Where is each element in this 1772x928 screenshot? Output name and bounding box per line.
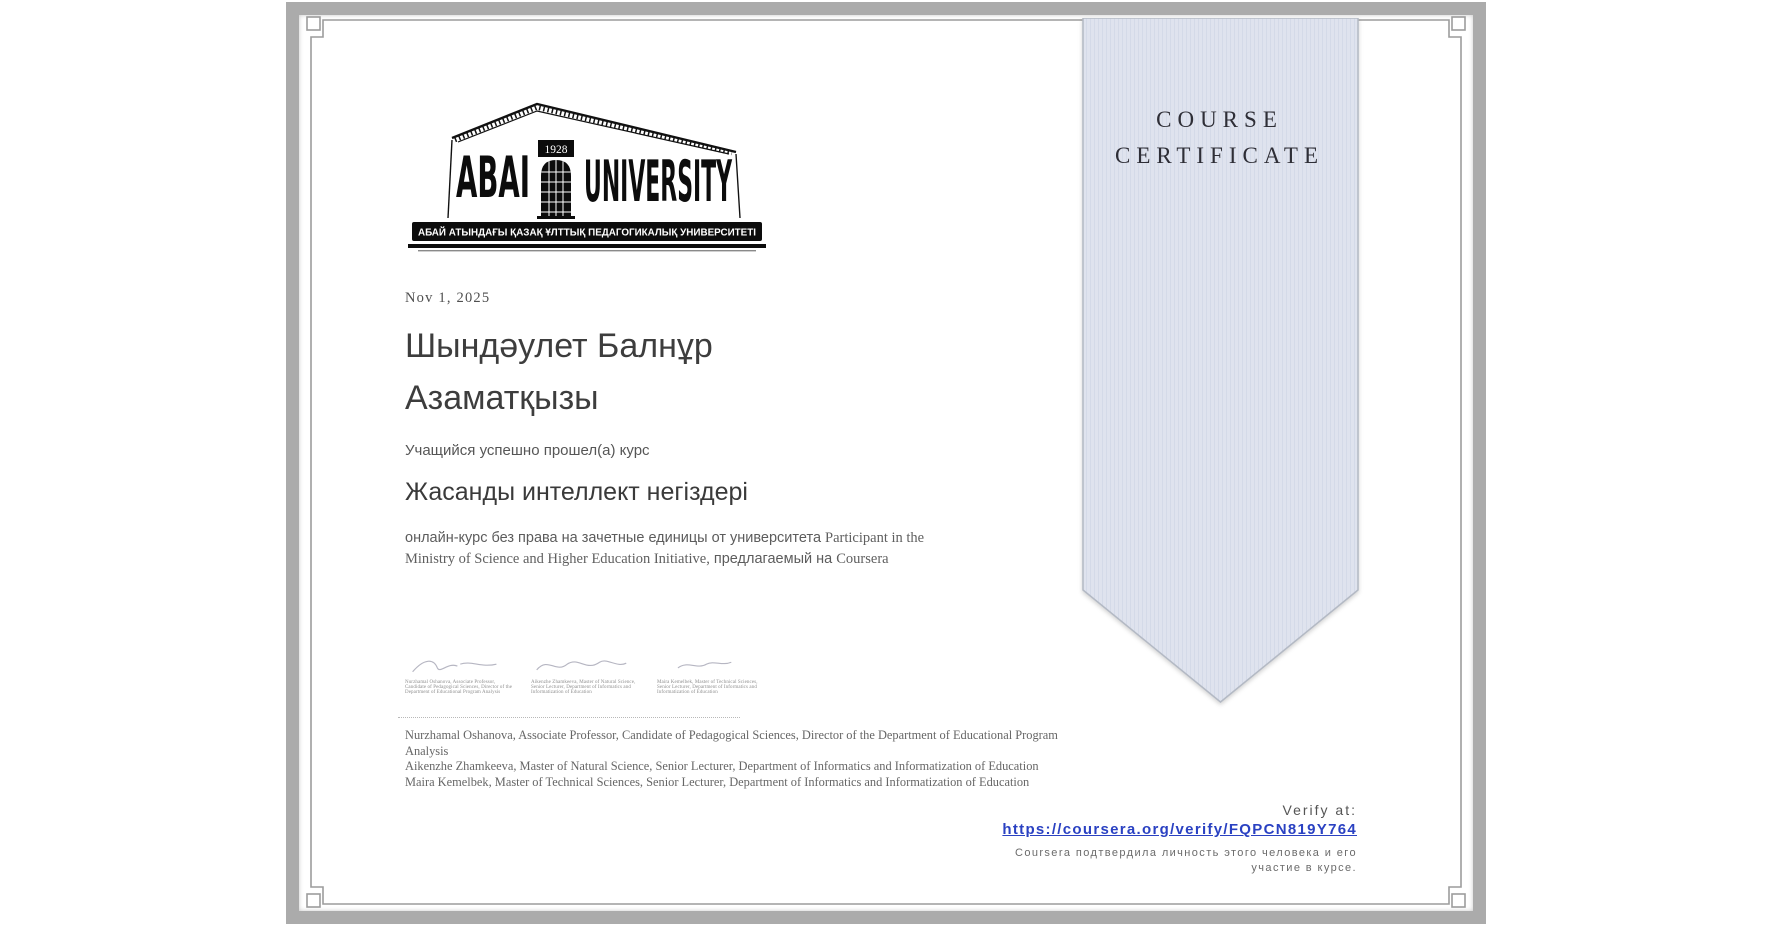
- description-segment: Coursera: [836, 550, 889, 567]
- logo-word-left: ABAI: [456, 145, 530, 211]
- verify-label: Verify at:: [1282, 802, 1357, 818]
- signature-divider: [398, 717, 740, 718]
- signature-row: Nurzhamal Oshanova, Associate Professor,…: [405, 654, 765, 696]
- certificate-page: ABAI UNIVERSITY 1928 АБАЙ АТЫНДАҒЫ ҚАЗАҚ…: [0, 0, 1772, 928]
- course-description: онлайн-курс без права на зачетные единиц…: [405, 528, 937, 569]
- logo-word-right: UNIVERSITY: [584, 149, 732, 215]
- verify-note: Coursera подтвердила личность этого чело…: [1002, 846, 1357, 876]
- frame-corner-square: [1451, 893, 1466, 908]
- signers-credentials: Nurzhamal Oshanova, Associate Professor,…: [405, 728, 1063, 790]
- frame-corner-square: [306, 16, 321, 31]
- issue-date: Nov 1, 2025: [405, 290, 491, 306]
- logo-banner-text: АБАЙ АТЫНДАҒЫ ҚАЗАҚ ҰЛТТЫҚ ПЕДАГОГИКАЛЫҚ…: [418, 226, 756, 239]
- signature-block: Nurzhamal Oshanova, Associate Professor,…: [405, 654, 513, 696]
- verify-block: Verify at: https://coursera.org/verify/F…: [1002, 802, 1357, 876]
- ribbon-title-line2: CERTIFICATE: [1114, 143, 1324, 168]
- signature-icon: [536, 660, 627, 671]
- description-segment: предлагаемый на: [709, 550, 837, 567]
- logo-year: 1928: [545, 144, 568, 156]
- description-segment: онлайн-курс без права на зачетные единиц…: [405, 530, 826, 546]
- frame-corner-square: [1451, 16, 1466, 31]
- verify-link[interactable]: https://coursera.org/verify/FQPCN819Y764: [1002, 821, 1357, 838]
- signer-credential-line: Maira Kemelbek, Master of Technical Scie…: [405, 774, 1030, 789]
- signature-credentials-tiny: Nurzhamal Oshanova, Associate Professor,…: [405, 680, 513, 696]
- verify-note-line1: Coursera подтвердила личность этого чело…: [1014, 847, 1357, 859]
- frame-corner-square: [306, 893, 321, 908]
- ribbon-title-line1: COURSE: [1156, 107, 1283, 132]
- recipient-name: Шындәулет Балнұр Азаматқызы: [405, 327, 713, 417]
- signer-credential-line: Nurzhamal Oshanova, Associate Professor,…: [405, 728, 1058, 758]
- verify-note-line2: участие в курсе.: [1251, 862, 1357, 874]
- signature-block: Maira Kemelbek, Master of Technical Scie…: [657, 654, 765, 696]
- signature-credentials-tiny: Aikenzhe Zhamkeeva, Master of Natural Sc…: [531, 680, 636, 696]
- abai-university-logo: ABAI UNIVERSITY 1928 АБАЙ АТЫНДАҒЫ ҚАЗАҚ…: [408, 102, 766, 252]
- signature-credentials-tiny: Maira Kemelbek, Master of Technical Scie…: [657, 680, 758, 696]
- signature-block: Aikenzhe Zhamkeeva, Master of Natural Sc…: [531, 654, 639, 696]
- signer-credential-line: Aikenzhe Zhamkeeva, Master of Natural Sc…: [405, 759, 1039, 774]
- signature-icon: [412, 660, 497, 673]
- completion-text: Учащийся успешно прошел(а) курс: [405, 442, 650, 459]
- certificate: ABAI UNIVERSITY 1928 АБАЙ АТЫНДАҒЫ ҚАЗАҚ…: [286, 2, 1486, 924]
- course-title: Жасанды интеллект негіздері: [405, 478, 748, 506]
- ribbon-title: COURSE CERTIFICATE: [1082, 102, 1357, 174]
- signature-icon: [677, 661, 732, 669]
